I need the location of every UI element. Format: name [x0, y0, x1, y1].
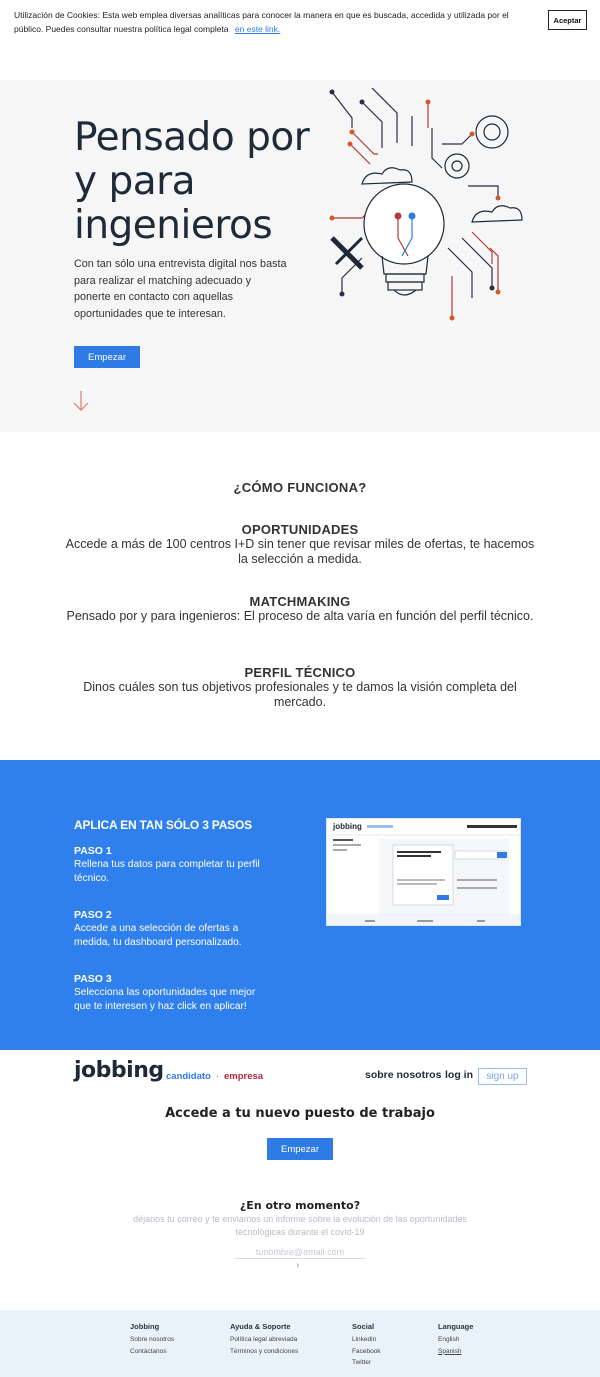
scroll-down-arrow-icon[interactable] [73, 390, 89, 412]
later-description: déjanos tu correo y te enviamos un infor… [133, 1214, 467, 1237]
engineering-lightbulb-illustration [329, 88, 523, 321]
footer-column-language: Language English Spanish [438, 1322, 473, 1357]
footer-column-title: Social [352, 1322, 375, 1331]
feature-title: PERFIL TÉCNICO [244, 665, 356, 680]
step-text: Accede a una selección de ofertas a medi… [74, 923, 242, 948]
signup-button[interactable]: sign up [478, 1068, 527, 1085]
footer-column-title: Ayuda & Soporte [230, 1322, 291, 1331]
feature-title: MATCHMAKING [249, 594, 351, 609]
footer-column-support: Ayuda & Soporte Política legal abreviada… [230, 1322, 298, 1357]
cookie-text-block: Utilización de Cookies: Esta web emplea … [14, 8, 524, 36]
feature-text: Accede a más de 100 centros I+D sin tene… [65, 537, 535, 566]
cta-start-button[interactable]: Empezar [267, 1138, 333, 1160]
footer-column-title: Language [438, 1322, 474, 1331]
footer-link[interactable]: Términos y condiciones [230, 1346, 298, 1358]
language-option-spanish[interactable]: Spanish [438, 1346, 473, 1358]
hero-start-button[interactable]: Empezar [74, 346, 140, 368]
nav-empresa-link[interactable]: empresa [224, 1071, 263, 1082]
cookie-banner: Utilización de Cookies: Esta web emplea … [0, 0, 600, 80]
nav-separator: · [436, 1069, 440, 1081]
how-it-works-section: ¿CÓMO FUNCIONA? OPORTUNIDADES Accede a m… [0, 432, 600, 760]
footer-column-social: Social Linkedin Facebook Twitter [352, 1322, 381, 1369]
footer-cta-section: jobbing candidato · empresa sobre nosotr… [0, 1050, 600, 1310]
hero-title: Pensado por y para ingenieros [74, 115, 310, 248]
steps-title: APLICA EN TAN SÓLO 3 PASOS [74, 818, 252, 832]
feature-text: Pensado por y para ingenieros: El proces… [66, 609, 534, 623]
feature-matchmaking: MATCHMAKING Pensado por y para ingeniero… [60, 594, 540, 624]
step-label: PASO 2 [74, 909, 112, 921]
step-text: Rellena tus datos para completar tu perf… [74, 859, 260, 884]
step-1: PASO 1 Rellena tus datos para completar … [74, 844, 274, 886]
hero-description: Con tan sólo una entrevista digital nos … [74, 258, 287, 320]
footer-link[interactable]: Twitter [352, 1357, 381, 1369]
dashboard-screenshot: jobbing [326, 818, 521, 926]
step-label: PASO 1 [74, 845, 112, 857]
feature-perfil-tecnico: PERFIL TÉCNICO Dinos cuáles son tus obje… [60, 665, 540, 709]
feature-text: Dinos cuáles son tus objetivos profesion… [83, 680, 517, 709]
feature-oportunidades: OPORTUNIDADES Accede a más de 100 centro… [60, 522, 540, 566]
dashboard-preview-image: jobbing [327, 819, 520, 925]
dashboard-logo: jobbing [332, 822, 362, 831]
step-2: PASO 2 Accede a una selección de ofertas… [74, 908, 274, 950]
language-option-english[interactable]: English [438, 1334, 473, 1346]
feature-title: OPORTUNIDADES [241, 522, 359, 537]
nav-login-link[interactable]: log in [445, 1069, 473, 1081]
step-3: PASO 3 Selecciona las oportunidades que … [74, 972, 274, 1014]
steps-section: APLICA EN TAN SÓLO 3 PASOS PASO 1 Rellen… [0, 760, 600, 1050]
footer-link[interactable]: Sobre nosotros [130, 1334, 174, 1346]
cookie-policy-link[interactable]: en este link. [235, 24, 280, 34]
later-title: ¿En otro momento? [239, 1199, 361, 1212]
how-it-works-title: ¿CÓMO FUNCIONA? [233, 480, 367, 495]
step-text: Selecciona las oportunidades que mejor q… [74, 987, 256, 1012]
jobbing-logo[interactable]: jobbing [74, 1058, 164, 1083]
cta-title: Accede a tu nuevo puesto de trabajo [165, 1106, 435, 1121]
hero-section: Pensado por y para ingenieros Con tan só… [0, 80, 600, 432]
nav-candidato-link[interactable]: candidato [166, 1071, 211, 1082]
accept-cookies-button[interactable]: Aceptar [548, 10, 587, 30]
footer-link[interactable]: Política legal abreviada [230, 1334, 298, 1346]
footer-column-title: Jobbing [130, 1322, 160, 1331]
footer-link[interactable]: Linkedin [352, 1334, 381, 1346]
email-field[interactable] [235, 1245, 365, 1259]
nav-separator: · [216, 1071, 220, 1082]
step-label: PASO 3 [74, 973, 112, 985]
footer-column-jobbing: Jobbing Sobre nosotros Contáctanos [130, 1322, 174, 1357]
site-footer: Jobbing Sobre nosotros Contáctanos Ayuda… [0, 1310, 600, 1377]
footer-link[interactable]: Contáctanos [130, 1346, 174, 1358]
footer-link[interactable]: Facebook [352, 1346, 381, 1358]
nav-about-link[interactable]: sobre nosotros [365, 1069, 441, 1081]
send-email-chevron-icon[interactable]: › [296, 1260, 299, 1271]
